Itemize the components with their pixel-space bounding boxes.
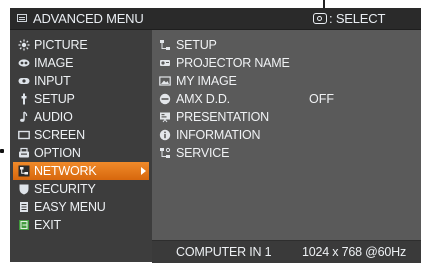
submenu-item-setup[interactable]: SETUP — [156, 36, 418, 54]
main-menu: PICTURE IMAGE INPUT SETUP AUDIO SCREEN O… — [10, 30, 152, 262]
menu-item-label: INPUT — [34, 74, 71, 88]
menu-item-easy-menu[interactable]: EASY MENU — [13, 198, 149, 216]
submenu-item-my-image[interactable]: MY IMAGE — [156, 72, 418, 90]
current-input: COMPUTER IN 1 — [176, 245, 272, 259]
network-icon — [18, 165, 30, 177]
network-setup-icon — [159, 39, 171, 51]
menu-item-network[interactable]: NETWORK — [13, 162, 149, 180]
network-submenu: SETUP PROJECTOR NAME MY IMAGE AMX D.D. O… — [152, 30, 421, 240]
submenu-item-amx-dd[interactable]: AMX D.D. OFF — [156, 90, 418, 108]
submenu-item-service[interactable]: SERVICE — [156, 144, 418, 162]
service-icon — [159, 147, 171, 159]
screen-icon — [18, 129, 30, 141]
audio-icon — [18, 111, 30, 123]
menu-title: ADVANCED MENU — [33, 11, 144, 26]
menu-item-label: EXIT — [34, 218, 61, 232]
menu-item-image[interactable]: IMAGE — [13, 54, 149, 72]
menu-icon — [17, 14, 27, 22]
menu-item-option[interactable]: OPTION — [13, 144, 149, 162]
option-icon — [18, 147, 30, 159]
menu-item-label: PICTURE — [34, 38, 88, 52]
menu-item-label: EASY MENU — [34, 200, 106, 214]
submenu-item-presentation[interactable]: PRESENTATION — [156, 108, 418, 126]
menu-item-label: IMAGE — [34, 56, 74, 70]
menu-item-label: OPTION — [34, 146, 81, 160]
submenu-item-label: SETUP — [176, 38, 217, 52]
menu-item-exit[interactable]: EXIT — [13, 216, 149, 234]
setup-icon — [18, 93, 30, 105]
security-icon — [18, 183, 30, 195]
select-hint: : SELECT — [313, 11, 385, 26]
status-footer: COMPUTER IN 1 1024 x 768 @60Hz — [152, 240, 421, 263]
amx-icon — [159, 93, 171, 105]
projector-name-icon — [159, 57, 171, 69]
select-button-icon — [313, 13, 327, 24]
menu-item-picture[interactable]: PICTURE — [13, 36, 149, 54]
submenu-item-label: PROJECTOR NAME — [176, 56, 290, 70]
submenu-item-label: PRESENTATION — [176, 110, 269, 124]
advanced-menu-osd: ADVANCED MENU : SELECT PICTURE IMAGE INP… — [10, 8, 421, 263]
signal-resolution: 1024 x 768 @60Hz — [302, 245, 407, 259]
submenu-item-label: MY IMAGE — [176, 74, 237, 88]
menu-header: ADVANCED MENU : SELECT — [10, 8, 421, 30]
submenu-item-label: INFORMATION — [176, 128, 261, 142]
menu-item-setup[interactable]: SETUP — [13, 90, 149, 108]
easy-menu-icon — [18, 201, 30, 213]
menu-item-input[interactable]: INPUT — [13, 72, 149, 90]
picture-icon — [18, 39, 30, 51]
submenu-item-label: AMX D.D. — [176, 92, 230, 106]
menu-item-label: SECURITY — [34, 182, 96, 196]
submenu-item-label: SERVICE — [176, 146, 230, 160]
presentation-icon — [159, 111, 171, 123]
leader-dot — [0, 149, 4, 153]
menu-item-audio[interactable]: AUDIO — [13, 108, 149, 126]
submenu-arrow-icon — [141, 167, 146, 175]
menu-item-screen[interactable]: SCREEN — [13, 126, 149, 144]
border-tick — [323, 0, 325, 8]
my-image-icon — [159, 75, 171, 87]
exit-icon — [18, 219, 30, 231]
menu-item-label: SETUP — [34, 92, 75, 106]
menu-item-label: AUDIO — [34, 110, 73, 124]
image-icon — [18, 57, 30, 69]
submenu-item-projector-name[interactable]: PROJECTOR NAME — [156, 54, 418, 72]
submenu-item-information[interactable]: INFORMATION — [156, 126, 418, 144]
amx-dd-value: OFF — [309, 92, 334, 106]
menu-item-security[interactable]: SECURITY — [13, 180, 149, 198]
menu-item-label: SCREEN — [34, 128, 85, 142]
input-icon — [18, 75, 30, 87]
menu-item-label: NETWORK — [34, 164, 97, 178]
information-icon — [159, 129, 171, 141]
select-hint-label: : SELECT — [329, 11, 386, 26]
